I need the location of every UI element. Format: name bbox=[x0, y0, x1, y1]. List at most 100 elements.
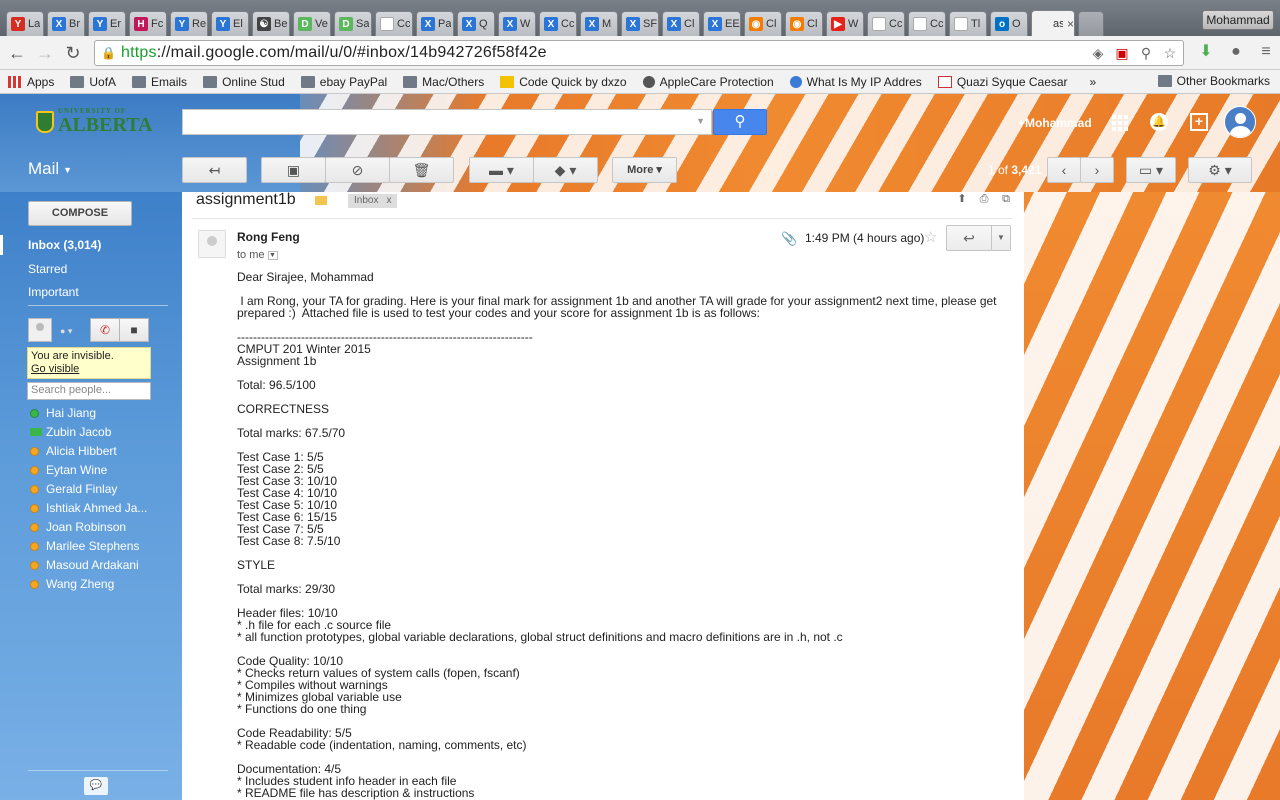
university-logo[interactable]: UNIVERSITY OF ALBERTA bbox=[36, 108, 153, 135]
labels-button[interactable]: ◆ ▾ bbox=[533, 157, 598, 183]
bookmark-item[interactable]: Online Stud bbox=[203, 75, 285, 89]
move-to-button[interactable]: ▬ ▾ bbox=[469, 157, 534, 183]
browser-tab[interactable]: X SF bbox=[621, 11, 659, 36]
bookmark-item[interactable]: Emails bbox=[132, 75, 187, 89]
browser-tab[interactable]: D Ve bbox=[293, 11, 331, 36]
bookmark-item[interactable]: ebay PayPal bbox=[300, 75, 387, 89]
sidebar-nav-item[interactable]: Inbox (3,014) bbox=[28, 238, 101, 252]
newer-button[interactable]: ‹ bbox=[1047, 157, 1081, 183]
browser-tab[interactable]: Y El bbox=[211, 11, 249, 36]
browser-tab[interactable]: as × bbox=[1031, 10, 1075, 36]
star-icon[interactable]: ☆ bbox=[924, 228, 937, 246]
bookmark-item[interactable]: Code Quick by dxzo bbox=[500, 75, 627, 89]
reload-button[interactable]: ↻ bbox=[62, 42, 84, 64]
back-button[interactable]: ← bbox=[6, 42, 28, 64]
browser-tab[interactable]: Cc bbox=[867, 11, 905, 36]
sender-avatar[interactable] bbox=[198, 230, 226, 258]
browser-tab[interactable]: oO bbox=[990, 11, 1028, 36]
browser-tab[interactable]: ◉ Cl bbox=[785, 11, 823, 36]
browser-tab[interactable]: D Sa bbox=[334, 11, 372, 36]
browser-tab[interactable]: Cc bbox=[375, 11, 413, 36]
mail-search-input[interactable]: ▼ bbox=[182, 109, 712, 135]
browser-tab[interactable]: XM bbox=[580, 11, 618, 36]
bookmark-item[interactable]: Quazi Syque Caesar bbox=[937, 75, 1068, 89]
bookmark-item[interactable]: What Is My IP Addres bbox=[789, 75, 922, 89]
show-details-icon[interactable]: ▼ bbox=[267, 250, 278, 260]
expand-all-icon[interactable]: ⬆ bbox=[956, 193, 968, 205]
browser-tab[interactable]: X Cc bbox=[539, 11, 577, 36]
more-actions-button[interactable]: ▼ bbox=[991, 225, 1011, 251]
chat-self-avatar[interactable] bbox=[28, 318, 52, 342]
compose-button[interactable]: COMPOSE bbox=[28, 201, 132, 226]
browser-tab[interactable]: XW bbox=[498, 11, 536, 36]
browser-tab[interactable]: X EE bbox=[703, 11, 741, 36]
bookmark-item[interactable]: Mac/Others bbox=[403, 75, 484, 89]
browser-tab[interactable]: X Cl bbox=[662, 11, 700, 36]
search-people-input[interactable]: Search people... bbox=[27, 382, 151, 400]
settings-button[interactable]: ⚙ ▾ bbox=[1188, 157, 1252, 183]
video-call-button[interactable]: ■ bbox=[119, 318, 149, 342]
bookmarks-overflow-button[interactable]: » bbox=[1090, 75, 1097, 89]
chat-contact[interactable]: Marilee Stephens bbox=[30, 539, 139, 553]
new-window-icon[interactable]: ⧉ bbox=[1000, 193, 1012, 205]
bookmark-item[interactable]: UofA bbox=[70, 75, 116, 89]
go-visible-link[interactable]: Go visible bbox=[31, 363, 147, 376]
sender-name[interactable]: Rong Feng bbox=[237, 230, 300, 244]
notifications-bell-icon[interactable]: 🔔 bbox=[1150, 113, 1168, 131]
browser-tab[interactable]: ▶ W bbox=[826, 11, 864, 36]
new-tab-button[interactable] bbox=[1078, 11, 1104, 36]
more-button[interactable]: More ▾ bbox=[612, 157, 677, 183]
back-to-inbox-button[interactable]: ↤ bbox=[182, 157, 247, 183]
browser-tab[interactable]: XQ bbox=[457, 11, 495, 36]
apps-grid-icon[interactable] bbox=[1112, 115, 1128, 131]
bookmark-item[interactable]: Apps bbox=[8, 75, 54, 89]
browser-tab[interactable]: H Fc bbox=[129, 11, 167, 36]
sidebar-nav-item[interactable]: Important bbox=[28, 285, 79, 299]
print-icon[interactable]: ⎙ bbox=[978, 193, 990, 205]
chat-contact[interactable]: Ishtiak Ahmed Ja... bbox=[30, 501, 147, 515]
mail-switcher[interactable]: Mail ▼ bbox=[28, 159, 72, 179]
chat-contact[interactable]: Hai Jiang bbox=[30, 406, 96, 420]
browser-tab[interactable]: X Pa bbox=[416, 11, 454, 36]
browser-tab[interactable]: Y La bbox=[6, 11, 44, 36]
profile-button[interactable]: Mohammad bbox=[1202, 10, 1274, 30]
inbox-label-chip[interactable]: Inbox x bbox=[348, 194, 398, 208]
archive-button[interactable]: ▣ bbox=[261, 157, 326, 183]
blocked-popup-icon[interactable]: ▣ bbox=[1113, 44, 1131, 62]
forward-button[interactable]: → bbox=[34, 42, 56, 64]
browser-tab[interactable]: Cc bbox=[908, 11, 946, 36]
browser-tab[interactable]: X Br bbox=[47, 11, 85, 36]
translate-icon[interactable]: ◈ bbox=[1089, 44, 1107, 62]
phone-call-button[interactable]: ✆ bbox=[90, 318, 120, 342]
bookmark-item[interactable]: AppleCare Protection bbox=[642, 75, 774, 89]
chat-contact[interactable]: Zubin Jacob bbox=[30, 425, 111, 439]
menu-icon[interactable]: ≡ bbox=[1256, 42, 1276, 62]
older-button[interactable]: › bbox=[1080, 157, 1114, 183]
search-options-icon[interactable]: ▼ bbox=[696, 116, 705, 126]
sidebar-nav-item[interactable]: Starred bbox=[28, 262, 67, 276]
other-bookmarks-folder[interactable]: Other Bookmarks bbox=[1157, 74, 1270, 88]
report-spam-button[interactable]: ⊘ bbox=[325, 157, 390, 183]
zoom-icon[interactable]: ⚲ bbox=[1137, 44, 1155, 62]
chat-contact[interactable]: Masoud Ardakani bbox=[30, 558, 139, 572]
chat-contact[interactable]: Gerald Finlay bbox=[30, 482, 117, 496]
input-tools-button[interactable]: ▭ ▾ bbox=[1126, 157, 1176, 183]
chat-contact[interactable]: Alicia Hibbert bbox=[30, 444, 117, 458]
browser-tab[interactable]: ◉ Cl bbox=[744, 11, 782, 36]
chat-status-dropdown[interactable]: ● ▾ bbox=[60, 326, 72, 337]
download-extension-icon[interactable]: ⬇ bbox=[1196, 42, 1216, 62]
google-plus-name[interactable]: +Mohammad bbox=[1018, 116, 1092, 130]
delete-button[interactable]: 🗑 bbox=[389, 157, 454, 183]
browser-tab[interactable]: Y Re bbox=[170, 11, 208, 36]
address-bar[interactable]: 🔒 https://mail.google.com/mail/u/0/#inbo… bbox=[94, 40, 1184, 66]
importance-marker-icon[interactable] bbox=[315, 196, 327, 205]
close-tab-icon[interactable]: × bbox=[1067, 17, 1074, 31]
chat-contact[interactable]: Wang Zheng bbox=[30, 577, 114, 591]
account-avatar[interactable] bbox=[1224, 106, 1256, 138]
chat-contact[interactable]: Joan Robinson bbox=[30, 520, 126, 534]
reply-button[interactable]: ↩ bbox=[946, 225, 992, 251]
chat-contact[interactable]: Eytan Wine bbox=[30, 463, 107, 477]
share-plus-icon[interactable]: + bbox=[1190, 113, 1208, 131]
browser-tab[interactable]: Y Er bbox=[88, 11, 126, 36]
search-button[interactable]: ⚲ bbox=[713, 109, 767, 135]
